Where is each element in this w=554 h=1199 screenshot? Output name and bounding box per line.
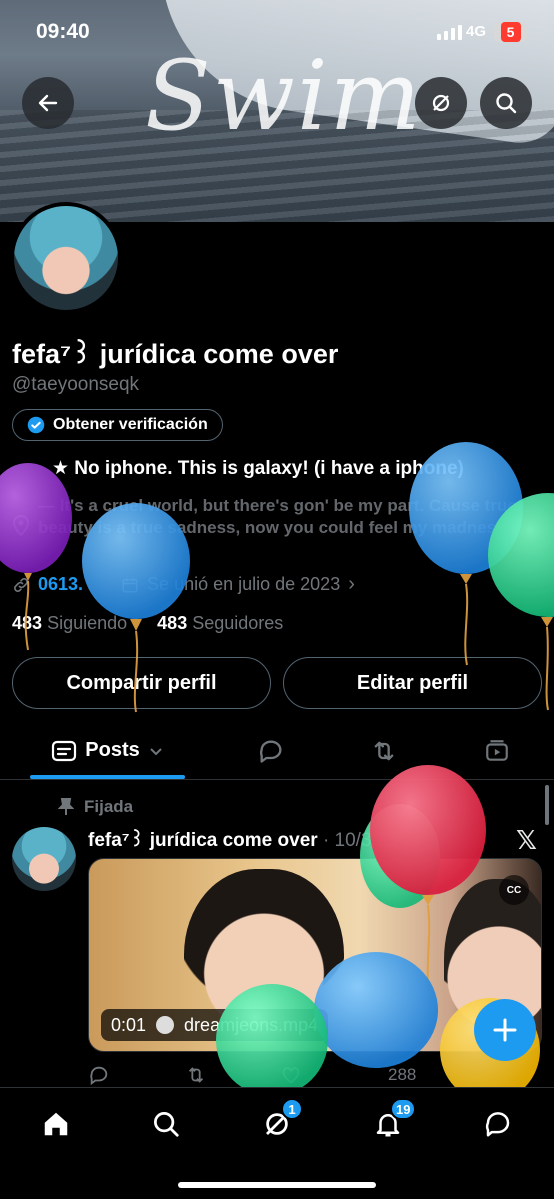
network-type: 4G <box>466 23 487 40</box>
get-verified-button[interactable]: Obtener verificación <box>12 409 223 441</box>
status-time: 09:40 <box>36 20 90 43</box>
pinned-text: Fijada <box>84 797 134 816</box>
search-icon <box>496 93 517 114</box>
pin-icon <box>58 798 74 815</box>
scrollbar[interactable] <box>545 785 549 825</box>
tab-reposts[interactable] <box>369 736 399 766</box>
following-count: 483 <box>12 613 43 633</box>
post-author-avatar[interactable] <box>12 827 76 891</box>
verified-badge-icon <box>27 416 45 434</box>
chevron-right-icon: › <box>348 573 355 595</box>
grok-icon <box>432 94 450 112</box>
video-source[interactable]: dreamjeons.mp4 <box>184 1015 318 1036</box>
tab-media[interactable] <box>482 736 512 766</box>
bio-line-2: — It's a cruel world, but there's gon' b… <box>38 496 517 537</box>
followers-label: Seguidores <box>192 613 284 633</box>
location-icon <box>12 515 30 537</box>
profile-link[interactable]: 0613. <box>38 574 83 595</box>
follow-stats: 483 Siguiendo 483 Seguidores <box>12 613 283 634</box>
home-icon <box>44 1112 68 1136</box>
joined-date[interactable]: Se unió en julio de 2023 <box>147 574 340 595</box>
nav-grok[interactable]: 1 <box>257 1098 303 1144</box>
back-button[interactable] <box>22 77 74 129</box>
post-date: · 10/3/25 <box>322 830 398 851</box>
source-avatar-icon <box>156 1016 175 1034</box>
video-info-chip: 0:01 dreamjeons.mp4 <box>101 1009 329 1041</box>
profile-avatar[interactable] <box>10 202 122 314</box>
bio-line-1: ★ No iphone. This is galaxy! (i have a i… <box>52 458 464 479</box>
followers-count: 483 <box>157 613 188 633</box>
nav-notifications[interactable]: 19 <box>368 1098 417 1144</box>
profile-handle: @taeyoonseqk <box>12 374 140 395</box>
search-icon <box>154 1112 179 1137</box>
message-icon <box>485 1112 510 1137</box>
tab-posts[interactable]: Posts <box>30 722 185 779</box>
battery-level: 5 <box>500 22 521 42</box>
profile-tabs: Posts <box>0 722 554 780</box>
grok-button[interactable] <box>415 77 467 129</box>
pinned-label: Fijada <box>58 797 133 817</box>
nav-search[interactable] <box>146 1104 186 1144</box>
posts-icon <box>52 740 77 761</box>
arrow-left-icon <box>38 94 58 112</box>
like-icon[interactable] <box>280 1064 302 1086</box>
notifications-badge: 19 <box>390 1098 417 1120</box>
profile-meta: 0613. Se unió en julio de 2023 › <box>12 573 355 596</box>
tab-posts-label: Posts <box>85 739 140 761</box>
battery-icon: 5 <box>494 22 527 42</box>
followers-link[interactable]: 483 Seguidores <box>157 613 283 633</box>
following-link[interactable]: 483 Siguiendo <box>12 613 127 633</box>
captions-button[interactable]: CC <box>499 875 529 905</box>
repost-icon <box>374 741 394 761</box>
chevron-down-icon <box>150 747 162 755</box>
plus-icon <box>493 1018 517 1042</box>
tab-replies[interactable] <box>256 736 286 766</box>
nav-messages[interactable] <box>478 1104 518 1144</box>
video-time: 0:01 <box>111 1014 147 1035</box>
views-count: 288 <box>388 1065 417 1084</box>
signal-icon <box>437 25 462 40</box>
search-button[interactable] <box>480 77 532 129</box>
post-author-name[interactable]: fefa⁷꒱ jurídica come over <box>88 830 318 851</box>
repost-icon[interactable] <box>184 1064 208 1086</box>
get-verified-label: Obtener verificación <box>53 416 208 433</box>
home-indicator[interactable] <box>178 1182 376 1188</box>
post-header: fefa⁷꒱ jurídica come over · 10/3/25 <box>88 826 398 852</box>
calendar-icon <box>122 577 138 592</box>
edit-profile-button[interactable]: Editar perfil <box>283 657 542 709</box>
link-icon <box>14 577 28 592</box>
share-profile-button[interactable]: Compartir perfil <box>12 657 271 709</box>
compose-post-button[interactable] <box>474 999 536 1061</box>
x-logo-icon: 𝕏 <box>516 825 537 855</box>
nav-home[interactable] <box>36 1104 76 1144</box>
profile-name: fefa⁷꒱ jurídica come over <box>12 339 339 369</box>
grok-badge: 1 <box>281 1098 303 1120</box>
following-label: Siguiendo <box>47 613 128 633</box>
video-icon <box>486 740 508 761</box>
reply-icon <box>259 740 282 763</box>
status-bar: 09:40 4G 5 <box>0 0 554 62</box>
reply-icon[interactable] <box>88 1064 110 1086</box>
